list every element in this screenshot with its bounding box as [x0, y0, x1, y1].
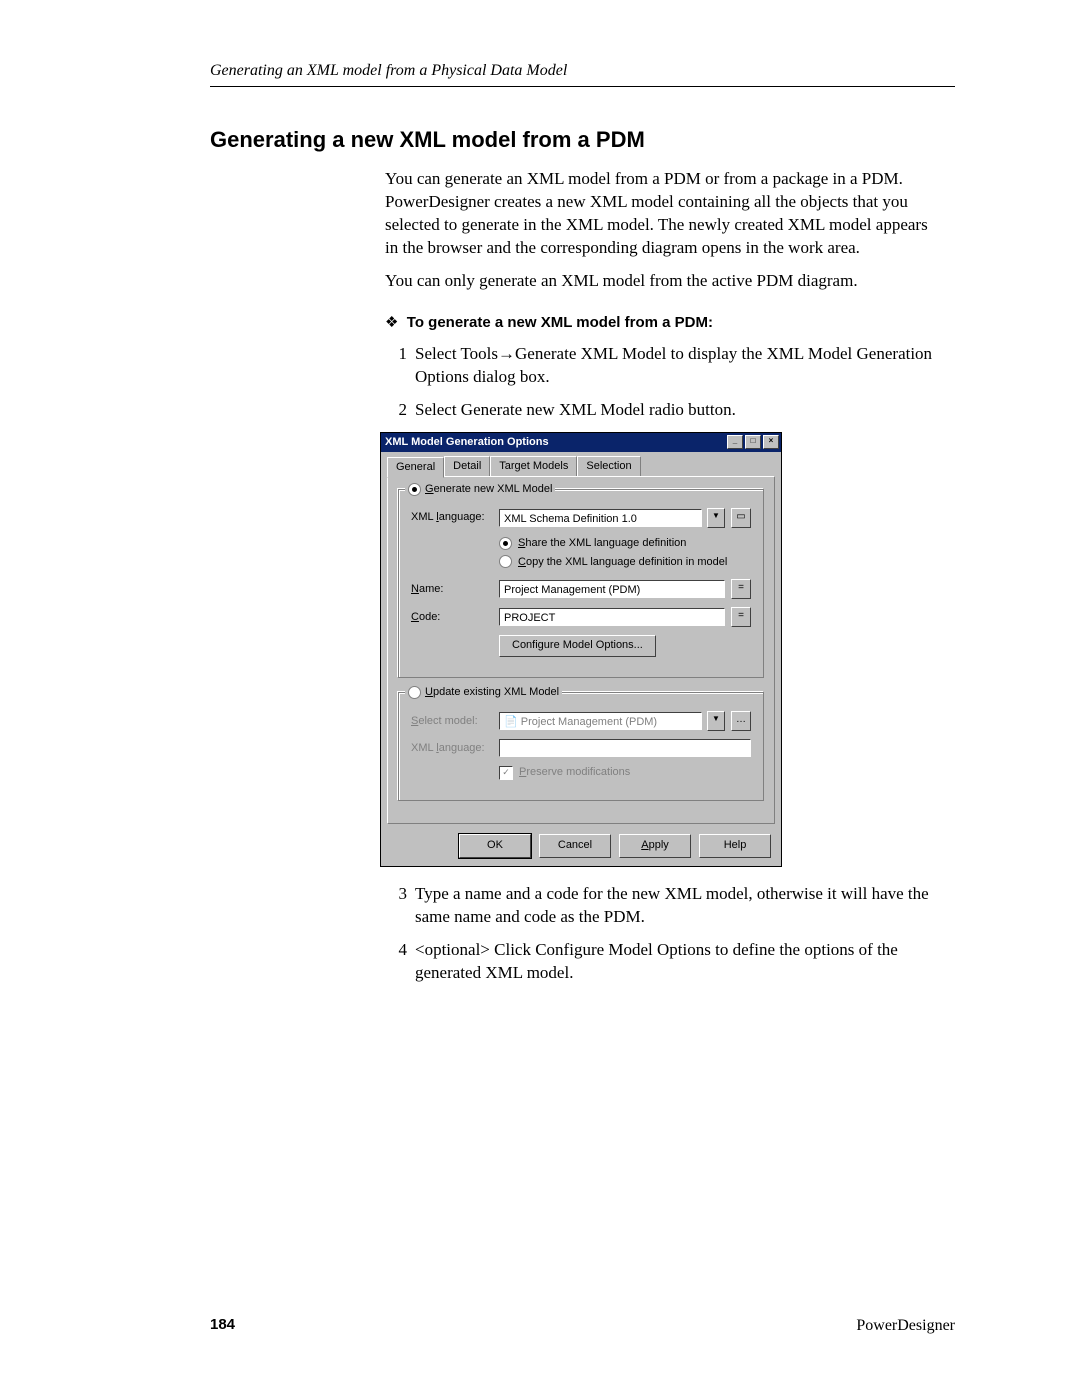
procedure-heading: To generate a new XML model from a PDM:	[385, 313, 945, 333]
name-sync-button[interactable]: =	[731, 579, 751, 599]
share-option-label: Share the XML language definition	[518, 536, 686, 551]
minimize-icon[interactable]: _	[727, 435, 743, 449]
dropdown-arrow-icon[interactable]: ▼	[707, 508, 725, 528]
group-update-existing: Update existing XML Model Select model: …	[398, 692, 764, 801]
step-3-text: Type a name and a code for the new XML m…	[415, 884, 929, 926]
step-1: 1 Select Tools→Generate XML Model to dis…	[385, 343, 945, 389]
tab-row: General Detail Target Models Selection	[381, 452, 781, 476]
product-name-footer: PowerDesigner	[856, 1315, 955, 1337]
tab-target-models[interactable]: Target Models	[490, 456, 577, 476]
name-label: Name:	[411, 582, 493, 597]
xml-language-label-2: XML language:	[411, 741, 493, 756]
configure-model-options-button[interactable]: Configure Model Options...	[499, 635, 656, 657]
preserve-checkbox: ✓	[499, 766, 513, 780]
code-label: Code:	[411, 610, 493, 625]
step-1-text-pre: Select Tools	[415, 344, 498, 363]
intro-paragraph-1: You can generate an XML model from a PDM…	[385, 168, 945, 260]
tab-general[interactable]: General	[387, 457, 444, 478]
select-model-dropdown-icon: ▼	[707, 711, 725, 731]
page-number: 184	[210, 1315, 235, 1337]
step-4-text: <optional> Click Configure Model Options…	[415, 940, 898, 982]
select-model-field: 📄 Project Management (PDM)	[499, 712, 702, 730]
help-button[interactable]: Help	[699, 834, 771, 858]
group-new-label: enerate new XML Model	[434, 483, 553, 495]
radio-share-definition[interactable]	[499, 537, 512, 550]
radio-update-existing[interactable]	[408, 686, 421, 699]
step-3: 3 Type a name and a code for the new XML…	[385, 883, 945, 929]
ok-button[interactable]: OK	[459, 834, 531, 858]
xml-generation-dialog: XML Model Generation Options _ □ × Gener…	[380, 432, 782, 867]
xml-language-label: XML language:	[411, 510, 493, 525]
cancel-button[interactable]: Cancel	[539, 834, 611, 858]
preserve-label: Preserve modifications	[519, 765, 630, 780]
step-2: 2 Select Generate new XML Model radio bu…	[385, 399, 945, 867]
intro-paragraph-2: You can only generate an XML model from …	[385, 270, 945, 293]
xml-language-field[interactable]: XML Schema Definition 1.0	[499, 509, 702, 527]
code-field[interactable]: PROJECT	[499, 608, 725, 626]
name-field[interactable]: Project Management (PDM)	[499, 580, 725, 598]
tab-detail[interactable]: Detail	[444, 456, 490, 476]
running-head: Generating an XML model from a Physical …	[210, 60, 955, 87]
select-model-browse-button: …	[731, 711, 751, 731]
xml-language-field-2	[499, 739, 751, 757]
radio-copy-definition[interactable]	[499, 555, 512, 568]
maximize-icon[interactable]: □	[745, 435, 761, 449]
close-icon[interactable]: ×	[763, 435, 779, 449]
step-2-text: Select Generate new XML Model radio butt…	[415, 400, 736, 419]
copy-option-label: Copy the XML language definition in mode…	[518, 555, 727, 570]
radio-generate-new[interactable]	[408, 483, 421, 496]
apply-button[interactable]: Apply	[619, 834, 691, 858]
step-4: 4 <optional> Click Configure Model Optio…	[385, 939, 945, 985]
group-generate-new: Generate new XML Model XML language: XML…	[398, 489, 764, 679]
dialog-title: XML Model Generation Options	[385, 435, 549, 450]
code-sync-button[interactable]: =	[731, 607, 751, 627]
select-model-label: Select model:	[411, 714, 493, 729]
tab-selection[interactable]: Selection	[577, 456, 640, 476]
section-heading: Generating a new XML model from a PDM	[210, 125, 975, 155]
browse-language-button[interactable]: ▭	[731, 508, 751, 528]
group-update-label: pdate existing XML Model	[433, 686, 559, 698]
